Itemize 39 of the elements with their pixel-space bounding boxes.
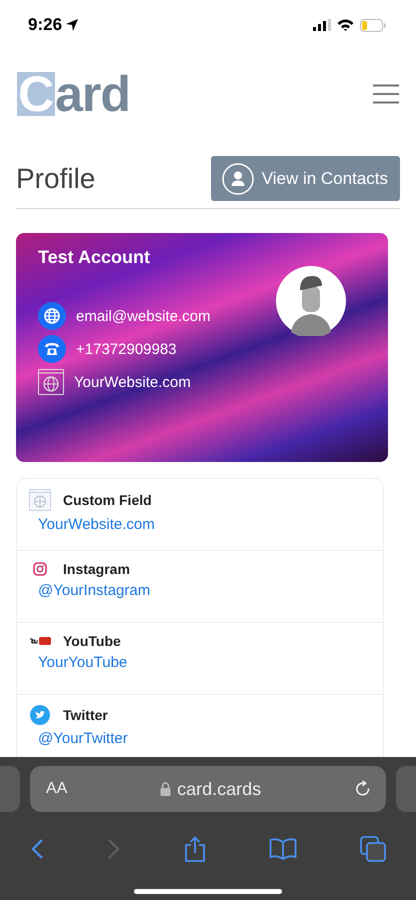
profile-link[interactable]: YourWebsite.com <box>38 516 155 533</box>
wifi-icon <box>337 19 354 31</box>
address-bar[interactable]: AA card.cards <box>30 766 386 812</box>
web-page-icon <box>29 489 51 511</box>
field-label: YouTube <box>63 633 121 649</box>
field-label: Custom Field <box>63 492 152 508</box>
twitter-bird-icon <box>30 705 50 725</box>
view-in-contacts-button[interactable]: View in Contacts <box>210 156 400 201</box>
tabs-icon[interactable] <box>360 836 386 862</box>
share-icon[interactable] <box>184 836 206 862</box>
telephone-icon <box>38 335 66 363</box>
contact-detail[interactable]: +17372909983 <box>76 340 177 358</box>
globe-icon <box>38 302 66 330</box>
text-size-button[interactable]: AA <box>46 780 68 798</box>
avatar-silhouette-icon <box>276 266 346 336</box>
logo[interactable]: Card <box>17 72 130 116</box>
field-label: Twitter <box>63 707 108 723</box>
profile-link[interactable]: YourYouTube <box>38 654 128 671</box>
profile-link[interactable]: @YourInstagram <box>38 582 150 599</box>
back-icon[interactable] <box>30 838 44 860</box>
lock-icon <box>160 782 172 796</box>
account-name: Test Account <box>38 247 152 268</box>
contact-detail[interactable]: YourWebsite.com <box>74 374 191 390</box>
field-label: Instagram <box>63 561 130 577</box>
url-text: card.cards <box>177 778 262 800</box>
web-page-icon <box>38 369 64 395</box>
page-title: Profile <box>16 162 96 194</box>
signal-icon <box>313 19 331 31</box>
clock-time: 9:26 <box>28 15 62 35</box>
menu-icon[interactable] <box>373 84 399 104</box>
location-arrow-icon <box>65 18 80 32</box>
youtube-icon <box>29 636 51 646</box>
book-icon[interactable] <box>269 838 297 860</box>
instagram-icon <box>33 562 47 576</box>
battery-icon <box>360 18 386 32</box>
reload-icon[interactable] <box>354 780 372 798</box>
profile-link[interactable]: @YourTwitter <box>38 730 128 747</box>
person-icon <box>222 162 254 194</box>
contact-detail[interactable]: email@website.com <box>76 308 210 324</box>
